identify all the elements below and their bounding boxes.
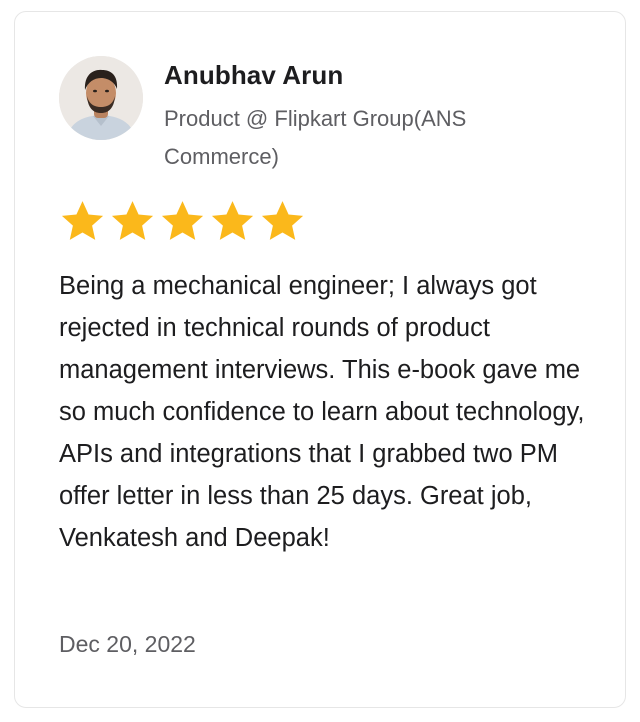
- review-date: Dec 20, 2022: [59, 631, 196, 657]
- testimonial-card: Anubhav Arun Product @ Flipkart Group(AN…: [14, 11, 626, 708]
- avatar-photo: [59, 56, 143, 140]
- star-icon: [111, 201, 154, 240]
- reviewer-name: Anubhav Arun: [164, 60, 344, 90]
- star-icon: [161, 201, 204, 240]
- star-icon: [261, 201, 304, 240]
- star-icon: [61, 201, 104, 240]
- review-text: Being a mechanical engineer; I always go…: [59, 272, 585, 552]
- star-rating: [59, 198, 306, 246]
- star-icon: [211, 201, 254, 240]
- reviewer-title: Product @ Flipkart Group(ANS Commerce): [164, 106, 467, 169]
- avatar: [59, 56, 143, 140]
